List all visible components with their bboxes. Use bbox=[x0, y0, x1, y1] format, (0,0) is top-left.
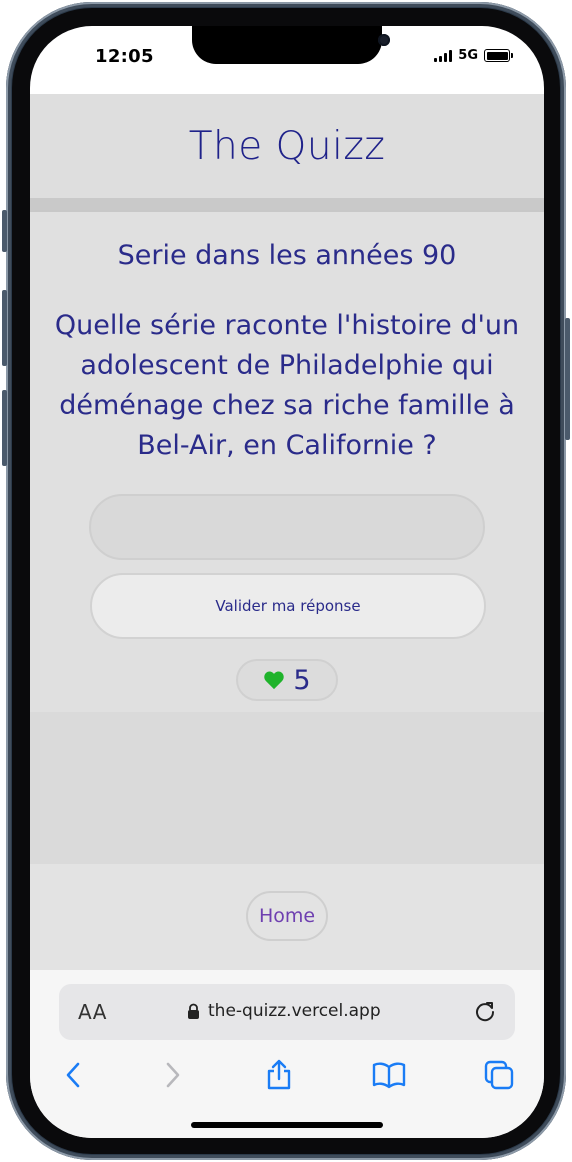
text-size-button[interactable]: AA bbox=[78, 1000, 107, 1024]
home-link[interactable]: Home bbox=[246, 891, 328, 941]
signal-icon bbox=[434, 49, 453, 62]
notch bbox=[192, 26, 390, 64]
share-icon bbox=[267, 1059, 291, 1090]
battery-icon bbox=[484, 49, 513, 62]
submit-answer-button[interactable]: Valider ma réponse bbox=[90, 573, 486, 639]
browser-nav bbox=[30, 1058, 544, 1098]
back-button[interactable] bbox=[56, 1058, 90, 1092]
share-button[interactable] bbox=[262, 1058, 296, 1092]
bookmarks-icon bbox=[372, 1062, 406, 1089]
lock-icon bbox=[188, 1003, 199, 1019]
quiz-category: Serie dans les années 90 bbox=[117, 240, 457, 271]
content-spacer bbox=[30, 712, 544, 864]
reload-icon[interactable] bbox=[473, 999, 497, 1023]
volume-down-button bbox=[2, 390, 7, 466]
status-time: 12:05 bbox=[95, 46, 154, 67]
power-button bbox=[565, 318, 570, 440]
bookmarks-button[interactable] bbox=[372, 1058, 406, 1092]
back-icon bbox=[66, 1062, 80, 1088]
app-footer: Home bbox=[30, 864, 544, 970]
camera-icon bbox=[378, 34, 390, 46]
heart-icon bbox=[264, 671, 285, 690]
url-display[interactable]: the-quizz.vercel.app bbox=[187, 1001, 381, 1021]
browser-toolbar: AA the-quizz.vercel.app bbox=[30, 970, 544, 1138]
network-label: 5G bbox=[458, 48, 478, 63]
quiz-question: Quelle série raconte l'histoire d'un ado… bbox=[54, 310, 520, 461]
tabs-button[interactable] bbox=[482, 1058, 516, 1092]
home-indicator bbox=[191, 1122, 383, 1128]
url-text: the-quizz.vercel.app bbox=[208, 1001, 381, 1021]
phone-screen: 12:05 5G The Quizz Serie dans les années… bbox=[30, 26, 544, 1138]
app-title: The Quizz bbox=[188, 123, 386, 169]
volume-up-button bbox=[2, 290, 7, 366]
lives-badge: 5 bbox=[236, 659, 338, 701]
forward-button[interactable] bbox=[156, 1058, 190, 1092]
status-indicators: 5G bbox=[434, 48, 513, 63]
address-bar[interactable]: AA the-quizz.vercel.app bbox=[59, 984, 515, 1040]
quiz-app: The Quizz Serie dans les années 90 Quell… bbox=[30, 94, 544, 970]
forward-icon bbox=[166, 1062, 180, 1088]
mute-switch bbox=[2, 210, 7, 252]
lives-count: 5 bbox=[293, 664, 311, 696]
question-card: Serie dans les années 90 Quelle série ra… bbox=[30, 212, 544, 712]
answer-input[interactable] bbox=[89, 494, 485, 560]
app-header: The Quizz bbox=[30, 94, 544, 198]
tabs-icon bbox=[484, 1060, 514, 1090]
header-divider bbox=[30, 198, 544, 212]
